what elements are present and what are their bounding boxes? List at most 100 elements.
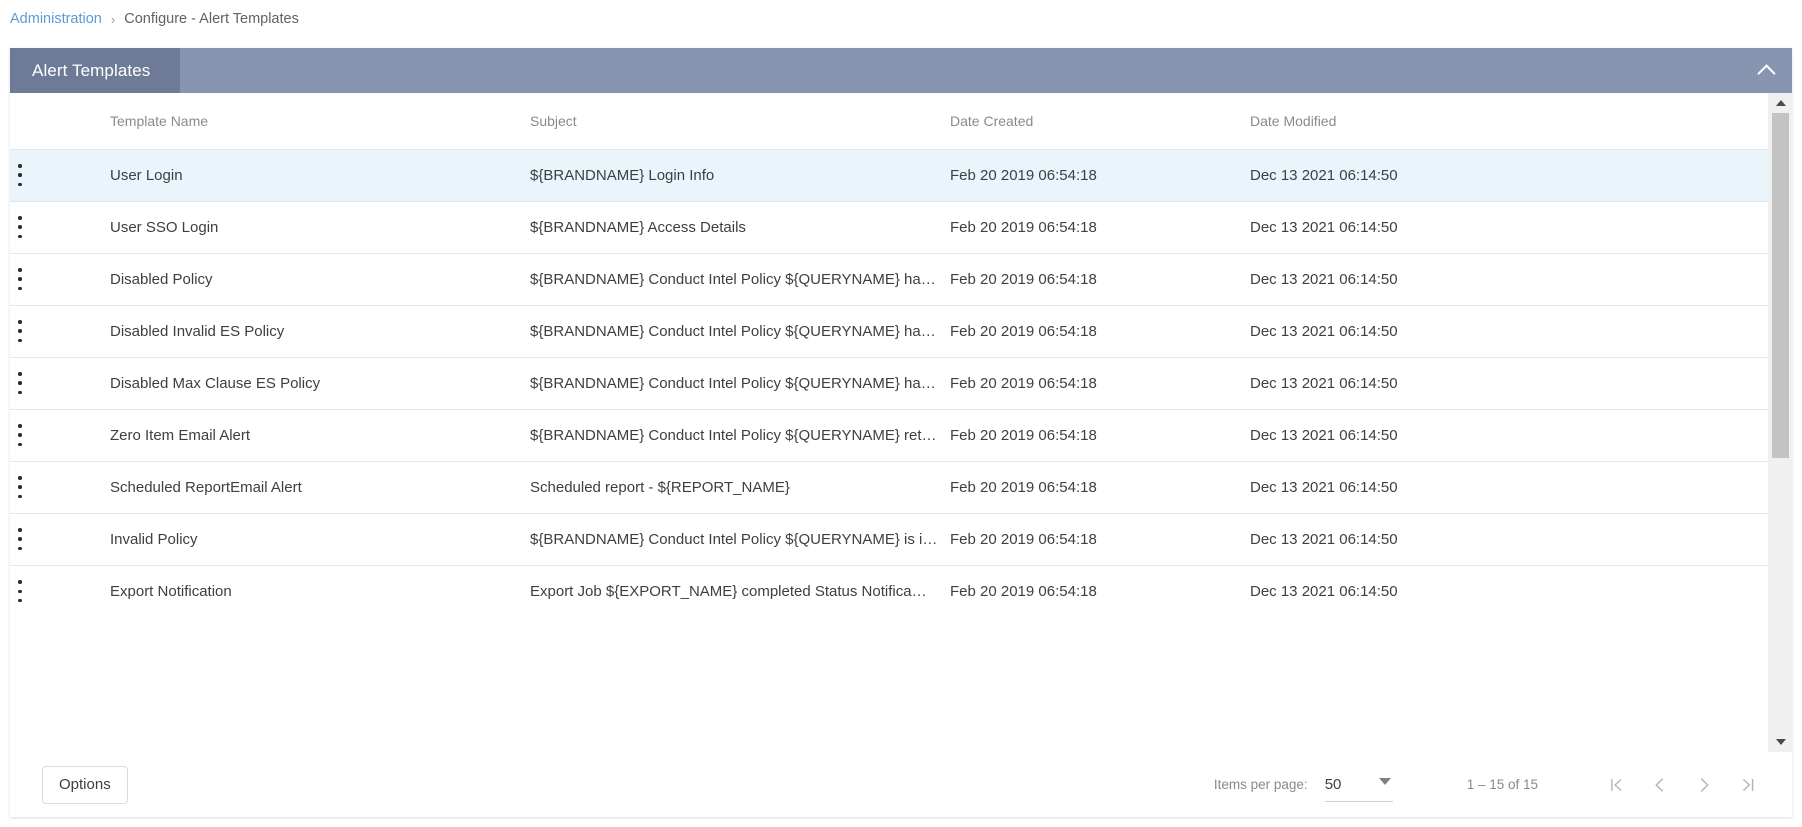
table-header: Template Name Subject Date Created Date …: [10, 93, 1768, 149]
more-vertical-icon[interactable]: [10, 320, 30, 342]
breadcrumb-current-page: Configure - Alert Templates: [124, 11, 299, 27]
table-row[interactable]: Invalid Policy ${BRANDNAME} Conduct Intel…: [10, 512, 1768, 565]
cell-template-name: Export Notification: [110, 564, 530, 617]
column-header-template-name[interactable]: Template Name: [110, 93, 530, 149]
cell-date-created: Feb 20 2019 06:54:18: [950, 304, 1250, 357]
cell-date-created: Feb 20 2019 06:54:18: [950, 200, 1250, 253]
row-menu-cell: [10, 200, 110, 253]
table-vertical-scrollbar[interactable]: [1768, 93, 1792, 752]
table-row[interactable]: User SSO Login ${BRANDNAME} Access Detail…: [10, 200, 1768, 253]
cell-template-name: Disabled Max Clause ES Policy: [110, 356, 530, 409]
items-per-page-label: Items per page:: [1213, 777, 1308, 792]
table-row[interactable]: Disabled Invalid ES Policy ${BRANDNAME} C…: [10, 304, 1768, 357]
cell-date-modified: Dec 13 2021 06:14:50: [1250, 304, 1768, 357]
previous-page-button[interactable]: [1638, 763, 1682, 807]
scrollbar-thumb[interactable]: [1772, 113, 1789, 458]
cell-date-created: Feb 20 2019 06:54:18: [950, 564, 1250, 617]
alert-templates-table: Template Name Subject Date Created Date …: [10, 93, 1768, 617]
table-row[interactable]: Zero Item Email Alert ${BRANDNAME} Conduc…: [10, 408, 1768, 461]
more-vertical-icon[interactable]: [10, 216, 30, 238]
chevron-left-icon: [1655, 777, 1664, 792]
cell-date-modified: Dec 13 2021 06:14:50: [1250, 512, 1768, 565]
cell-subject: ${BRANDNAME} Conduct Intel Policy ${QUER…: [530, 304, 950, 357]
more-vertical-icon[interactable]: [10, 268, 30, 290]
page-title: Alert Templates: [32, 60, 151, 80]
card-title-tab: Alert Templates: [10, 48, 180, 93]
column-header-subject[interactable]: Subject: [530, 93, 950, 149]
cell-subject: ${BRANDNAME} Conduct Intel Policy ${QUER…: [530, 408, 950, 461]
cell-date-modified: Dec 13 2021 06:14:50: [1250, 148, 1768, 201]
header-spacer: [180, 48, 1740, 93]
chevron-down-icon: [1378, 777, 1391, 785]
scrollbar-up-button[interactable]: [1769, 95, 1793, 111]
row-menu-cell: [10, 356, 110, 409]
first-page-icon: [1611, 778, 1622, 791]
table-footer: Options Items per page: 50 1 – 15 of 15: [10, 752, 1792, 817]
table-scroll-viewport: Template Name Subject Date Created Date …: [10, 93, 1768, 752]
cell-template-name: User SSO Login: [110, 200, 530, 253]
row-menu-cell: [10, 564, 110, 617]
table-body: User Login ${BRANDNAME} Login Info Feb 20 …: [10, 148, 1768, 617]
more-vertical-icon[interactable]: [10, 528, 30, 550]
cell-subject: ${BRANDNAME} Conduct Intel Policy ${QUER…: [530, 356, 950, 409]
chevron-up-icon: [1756, 63, 1776, 83]
column-header-menu: [10, 93, 110, 149]
cell-template-name: Zero Item Email Alert: [110, 408, 530, 461]
cell-template-name: Disabled Invalid ES Policy: [110, 304, 530, 357]
cell-template-name: Disabled Policy: [110, 252, 530, 305]
column-header-date-created[interactable]: Date Created: [950, 93, 1250, 149]
cell-subject: ${BRANDNAME} Conduct Intel Policy ${QUER…: [530, 512, 950, 565]
chevron-right-icon: [1700, 777, 1709, 792]
cell-subject: Scheduled report - ${REPORT_NAME}: [530, 460, 950, 513]
options-button[interactable]: Options: [42, 765, 128, 804]
cell-date-created: Feb 20 2019 06:54:18: [950, 356, 1250, 409]
table-row[interactable]: Disabled Max Clause ES Policy ${BRANDNAME…: [10, 356, 1768, 409]
cell-template-name: Scheduled ReportEmail Alert: [110, 460, 530, 513]
cell-date-modified: Dec 13 2021 06:14:50: [1250, 252, 1768, 305]
cell-date-created: Feb 20 2019 06:54:18: [950, 148, 1250, 201]
more-vertical-icon[interactable]: [10, 164, 30, 186]
caret-down-icon: [1776, 739, 1786, 745]
caret-up-icon: [1776, 100, 1786, 106]
last-page-icon: [1742, 778, 1754, 791]
cell-subject: Export Job ${EXPORT_NAME} completed Stat…: [530, 564, 950, 617]
more-vertical-icon[interactable]: [10, 476, 30, 498]
row-menu-cell: [10, 460, 110, 513]
next-page-button[interactable]: [1682, 763, 1726, 807]
items-per-page-value: 50: [1324, 775, 1342, 793]
table-row[interactable]: Disabled Policy ${BRANDNAME} Conduct Inte…: [10, 252, 1768, 305]
table-row[interactable]: User Login ${BRANDNAME} Login Info Feb 20 …: [10, 148, 1768, 201]
scrollbar-down-button[interactable]: [1769, 734, 1793, 750]
column-header-date-modified[interactable]: Date Modified: [1250, 93, 1768, 149]
breadcrumb-separator-icon: ›: [110, 11, 116, 27]
first-page-button[interactable]: [1594, 763, 1638, 807]
table-area: Template Name Subject Date Created Date …: [10, 93, 1792, 817]
cell-date-created: Feb 20 2019 06:54:18: [950, 408, 1250, 461]
cell-date-modified: Dec 13 2021 06:14:50: [1250, 356, 1768, 409]
more-vertical-icon[interactable]: [10, 372, 30, 394]
card-header: Alert Templates: [10, 48, 1792, 93]
cell-date-created: Feb 20 2019 06:54:18: [950, 460, 1250, 513]
breadcrumb-link-administration[interactable]: Administration: [10, 11, 102, 27]
row-menu-cell: [10, 408, 110, 461]
table-header-row: Template Name Subject Date Created Date …: [10, 93, 1768, 149]
cell-subject: ${BRANDNAME} Login Info: [530, 148, 950, 201]
alert-templates-card: Alert Templates Template Name Subject Da…: [10, 48, 1792, 817]
table-row[interactable]: Scheduled ReportEmail Alert Scheduled rep…: [10, 460, 1768, 513]
collapse-panel-button[interactable]: [1740, 48, 1792, 93]
last-page-button[interactable]: [1726, 763, 1770, 807]
row-menu-cell: [10, 304, 110, 357]
cell-date-modified: Dec 13 2021 06:14:50: [1250, 564, 1768, 617]
cell-template-name: User Login: [110, 148, 530, 201]
table-row[interactable]: Export Notification Export Job ${EXPORT_N…: [10, 564, 1768, 617]
row-menu-cell: [10, 148, 110, 201]
more-vertical-icon[interactable]: [10, 424, 30, 446]
paginator: Items per page: 50 1 – 15 of 15: [1214, 752, 1770, 817]
cell-date-modified: Dec 13 2021 06:14:50: [1250, 460, 1768, 513]
more-vertical-icon[interactable]: [10, 580, 30, 603]
items-per-page-select[interactable]: 50: [1324, 768, 1393, 802]
cell-subject: ${BRANDNAME} Conduct Intel Policy ${QUER…: [530, 252, 950, 305]
cell-subject: ${BRANDNAME} Access Details: [530, 200, 950, 253]
cell-date-modified: Dec 13 2021 06:14:50: [1250, 408, 1768, 461]
row-menu-cell: [10, 252, 110, 305]
